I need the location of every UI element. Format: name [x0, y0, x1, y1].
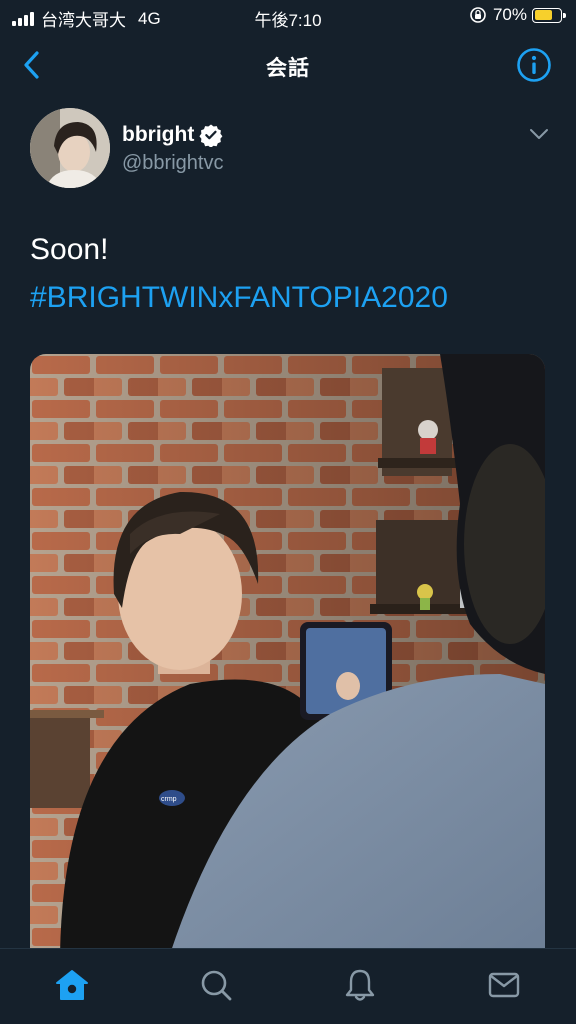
navigation-bar: 会話 [0, 34, 576, 98]
tab-home[interactable] [52, 965, 92, 1005]
tweet-text-line: Soon! [30, 233, 109, 266]
battery-icon [532, 7, 566, 23]
tab-bar [0, 948, 576, 1024]
search-icon [201, 970, 232, 1001]
conversation-screen: 台湾大哥大 4G 午後7:10 70% 会話 bbright @bbrightv… [0, 0, 576, 1024]
tab-search[interactable] [196, 965, 236, 1005]
battery-level-fill [534, 10, 552, 20]
author-handle[interactable]: @bbrightvc [122, 152, 223, 175]
verified-badge-icon [199, 124, 223, 147]
tab-messages[interactable] [484, 965, 524, 1005]
svg-text:crmp: crmp [161, 796, 177, 803]
battery-percent: 70% [492, 5, 527, 24]
home-icon [56, 970, 88, 1000]
avatar-image [30, 108, 110, 188]
status-bar-right: 70% [469, 5, 566, 25]
status-bar: 台湾大哥大 4G 午後7:10 70% [0, 0, 576, 34]
tweet-photo[interactable]: crmp [30, 354, 545, 954]
author-name-row: bbright [122, 123, 223, 147]
chevron-down-icon[interactable] [528, 126, 550, 142]
bell-icon [345, 969, 375, 1001]
avatar[interactable] [30, 108, 110, 188]
hashtag-link[interactable]: #BRIGHTWINxFANTOPIA2020 [30, 274, 550, 322]
rotation-lock-icon [470, 7, 486, 23]
tab-notifications[interactable] [340, 965, 380, 1005]
info-circle-icon[interactable] [516, 47, 552, 83]
photo-image: crmp [30, 354, 545, 954]
author-display-name[interactable]: bbright [122, 123, 194, 147]
tweet-text: Soon! #BRIGHTWINxFANTOPIA2020 [30, 226, 550, 322]
page-title: 会話 [266, 57, 310, 80]
mail-icon [488, 972, 520, 998]
